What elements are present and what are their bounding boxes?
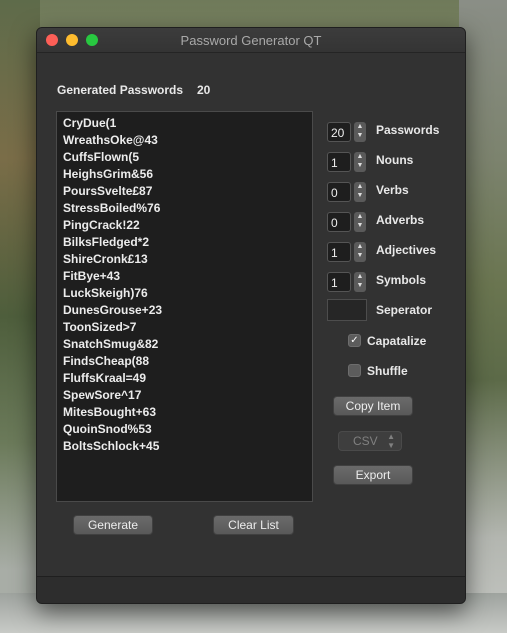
copy-item-button[interactable]: Copy Item <box>333 396 413 416</box>
shuffle-label: Shuffle <box>367 364 408 378</box>
export-button[interactable]: Export <box>333 465 413 485</box>
list-item[interactable]: PoursSvelte£87 <box>63 184 152 198</box>
spin-arrows-icon[interactable]: ▲ ▼ <box>354 122 366 142</box>
app-window: Password Generator QT Generated Password… <box>36 27 466 604</box>
list-item[interactable]: MitesBought+63 <box>63 405 156 419</box>
separator-label: Seperator <box>376 303 433 317</box>
list-item[interactable]: ToonSized>7 <box>63 320 136 334</box>
spin-arrows-icon[interactable]: ▲ ▼ <box>354 152 366 172</box>
window-title: Password Generator QT <box>180 33 322 48</box>
symbols-option-label: Symbols <box>376 273 427 287</box>
symbols-spinbox[interactable]: 1 <box>327 272 351 292</box>
capitalize-label: Capatalize <box>367 334 427 348</box>
list-item[interactable]: SpewSore^17 <box>63 388 141 402</box>
chevron-updown-icon: ▲ ▼ <box>387 432 395 450</box>
adjectives-option-label: Adjectives <box>376 243 437 257</box>
generated-passwords-label: Generated Passwords <box>57 83 184 97</box>
title-bar[interactable]: Password Generator QT <box>37 28 465 53</box>
desktop-background-left <box>0 0 40 633</box>
nouns-option-label: Nouns <box>376 153 414 167</box>
list-item[interactable]: CuffsFlown(5 <box>63 150 139 164</box>
shuffle-checkbox[interactable] <box>348 364 361 377</box>
passwords-count-spinbox[interactable]: 20 <box>327 122 351 142</box>
adverbs-option-label: Adverbs <box>376 213 425 227</box>
list-item[interactable]: WreathsOke@43 <box>63 133 158 147</box>
generated-passwords-count: 20 <box>197 83 211 97</box>
verbs-option-label: Verbs <box>376 183 409 197</box>
password-list[interactable]: CryDue(1 WreathsOke@43 CuffsFlown(5 Heig… <box>56 111 313 502</box>
verbs-spinbox[interactable]: 0 <box>327 182 351 202</box>
adjectives-spinbox[interactable]: 1 <box>327 242 351 262</box>
format-select-value: CSV <box>353 434 378 448</box>
separator-input[interactable] <box>327 299 367 321</box>
list-item[interactable]: FitBye+43 <box>63 269 120 283</box>
generate-button[interactable]: Generate <box>73 515 153 535</box>
list-item[interactable]: QuoinSnod%53 <box>63 422 152 436</box>
capitalize-checkbox[interactable]: ✓ <box>348 334 361 347</box>
list-item[interactable]: DunesGrouse+23 <box>63 303 162 317</box>
spin-arrows-icon[interactable]: ▲ ▼ <box>354 272 366 292</box>
list-item[interactable]: BoltsSchlock+45 <box>63 439 159 453</box>
list-item[interactable]: FluffsKraal=49 <box>63 371 146 385</box>
format-select[interactable]: CSV ▲ ▼ <box>338 431 402 451</box>
desktop-background-right <box>459 0 507 633</box>
list-item[interactable]: LuckSkeigh)76 <box>63 286 148 300</box>
list-item[interactable]: ShireCronk£13 <box>63 252 148 266</box>
status-bar <box>37 576 465 603</box>
spin-arrows-icon[interactable]: ▲ ▼ <box>354 212 366 232</box>
spin-arrows-icon[interactable]: ▲ ▼ <box>354 242 366 262</box>
list-item[interactable]: PingCrack!22 <box>63 218 140 232</box>
list-item[interactable]: StressBoiled%76 <box>63 201 160 215</box>
clear-list-button[interactable]: Clear List <box>213 515 294 535</box>
adverbs-spinbox[interactable]: 0 <box>327 212 351 232</box>
spin-arrows-icon[interactable]: ▲ ▼ <box>354 182 366 202</box>
list-item[interactable]: BilksFledged*2 <box>63 235 149 249</box>
passwords-option-label: Passwords <box>376 123 440 137</box>
list-item[interactable]: SnatchSmug&82 <box>63 337 158 351</box>
nouns-spinbox[interactable]: 1 <box>327 152 351 172</box>
list-item[interactable]: CryDue(1 <box>63 116 116 130</box>
list-item[interactable]: FindsCheap(88 <box>63 354 149 368</box>
list-item[interactable]: HeighsGrim&56 <box>63 167 153 181</box>
